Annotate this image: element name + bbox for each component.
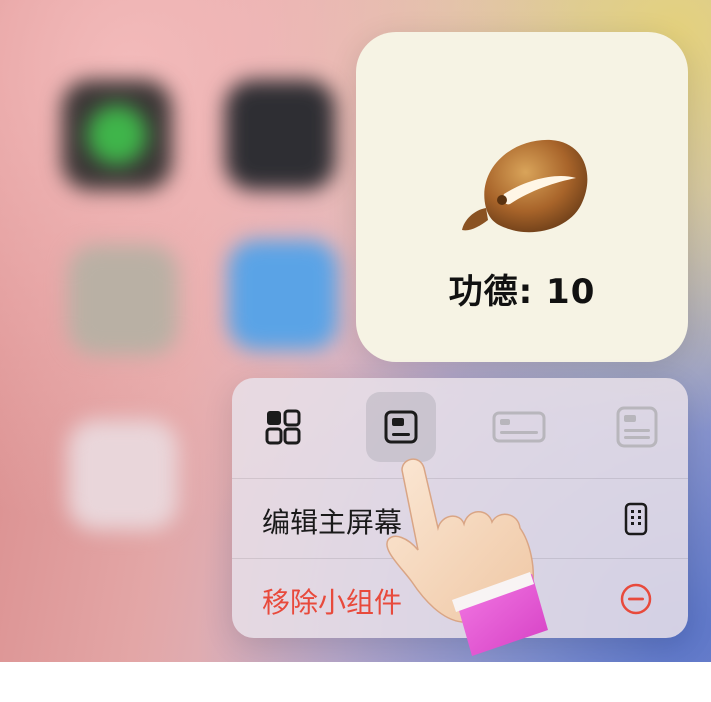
blurred-app-icon (62, 80, 172, 190)
size-option-small[interactable] (248, 392, 318, 462)
phone-icon (618, 501, 654, 537)
wooden-fish-icon (462, 139, 588, 233)
small-widget-icon (265, 409, 301, 445)
size-option-extra-large[interactable] (602, 392, 672, 462)
merit-count: 功德: 10 (448, 272, 596, 312)
large-widget-icon (492, 411, 546, 443)
blurred-app-icon (68, 245, 178, 355)
blurred-app-icon (68, 420, 178, 530)
bottom-strip (0, 662, 711, 702)
home-screen: 功德: 10 编辑主屏幕 移除小组件 (0, 0, 711, 662)
minus-circle-icon (618, 581, 654, 617)
blurred-app-icon (225, 80, 335, 190)
extra-large-widget-icon (616, 406, 658, 448)
pointing-hand-icon (386, 458, 548, 656)
medium-widget-icon (384, 410, 418, 444)
blurred-app-icon (228, 240, 338, 350)
merit-widget[interactable]: 功德: 10 (356, 32, 688, 362)
